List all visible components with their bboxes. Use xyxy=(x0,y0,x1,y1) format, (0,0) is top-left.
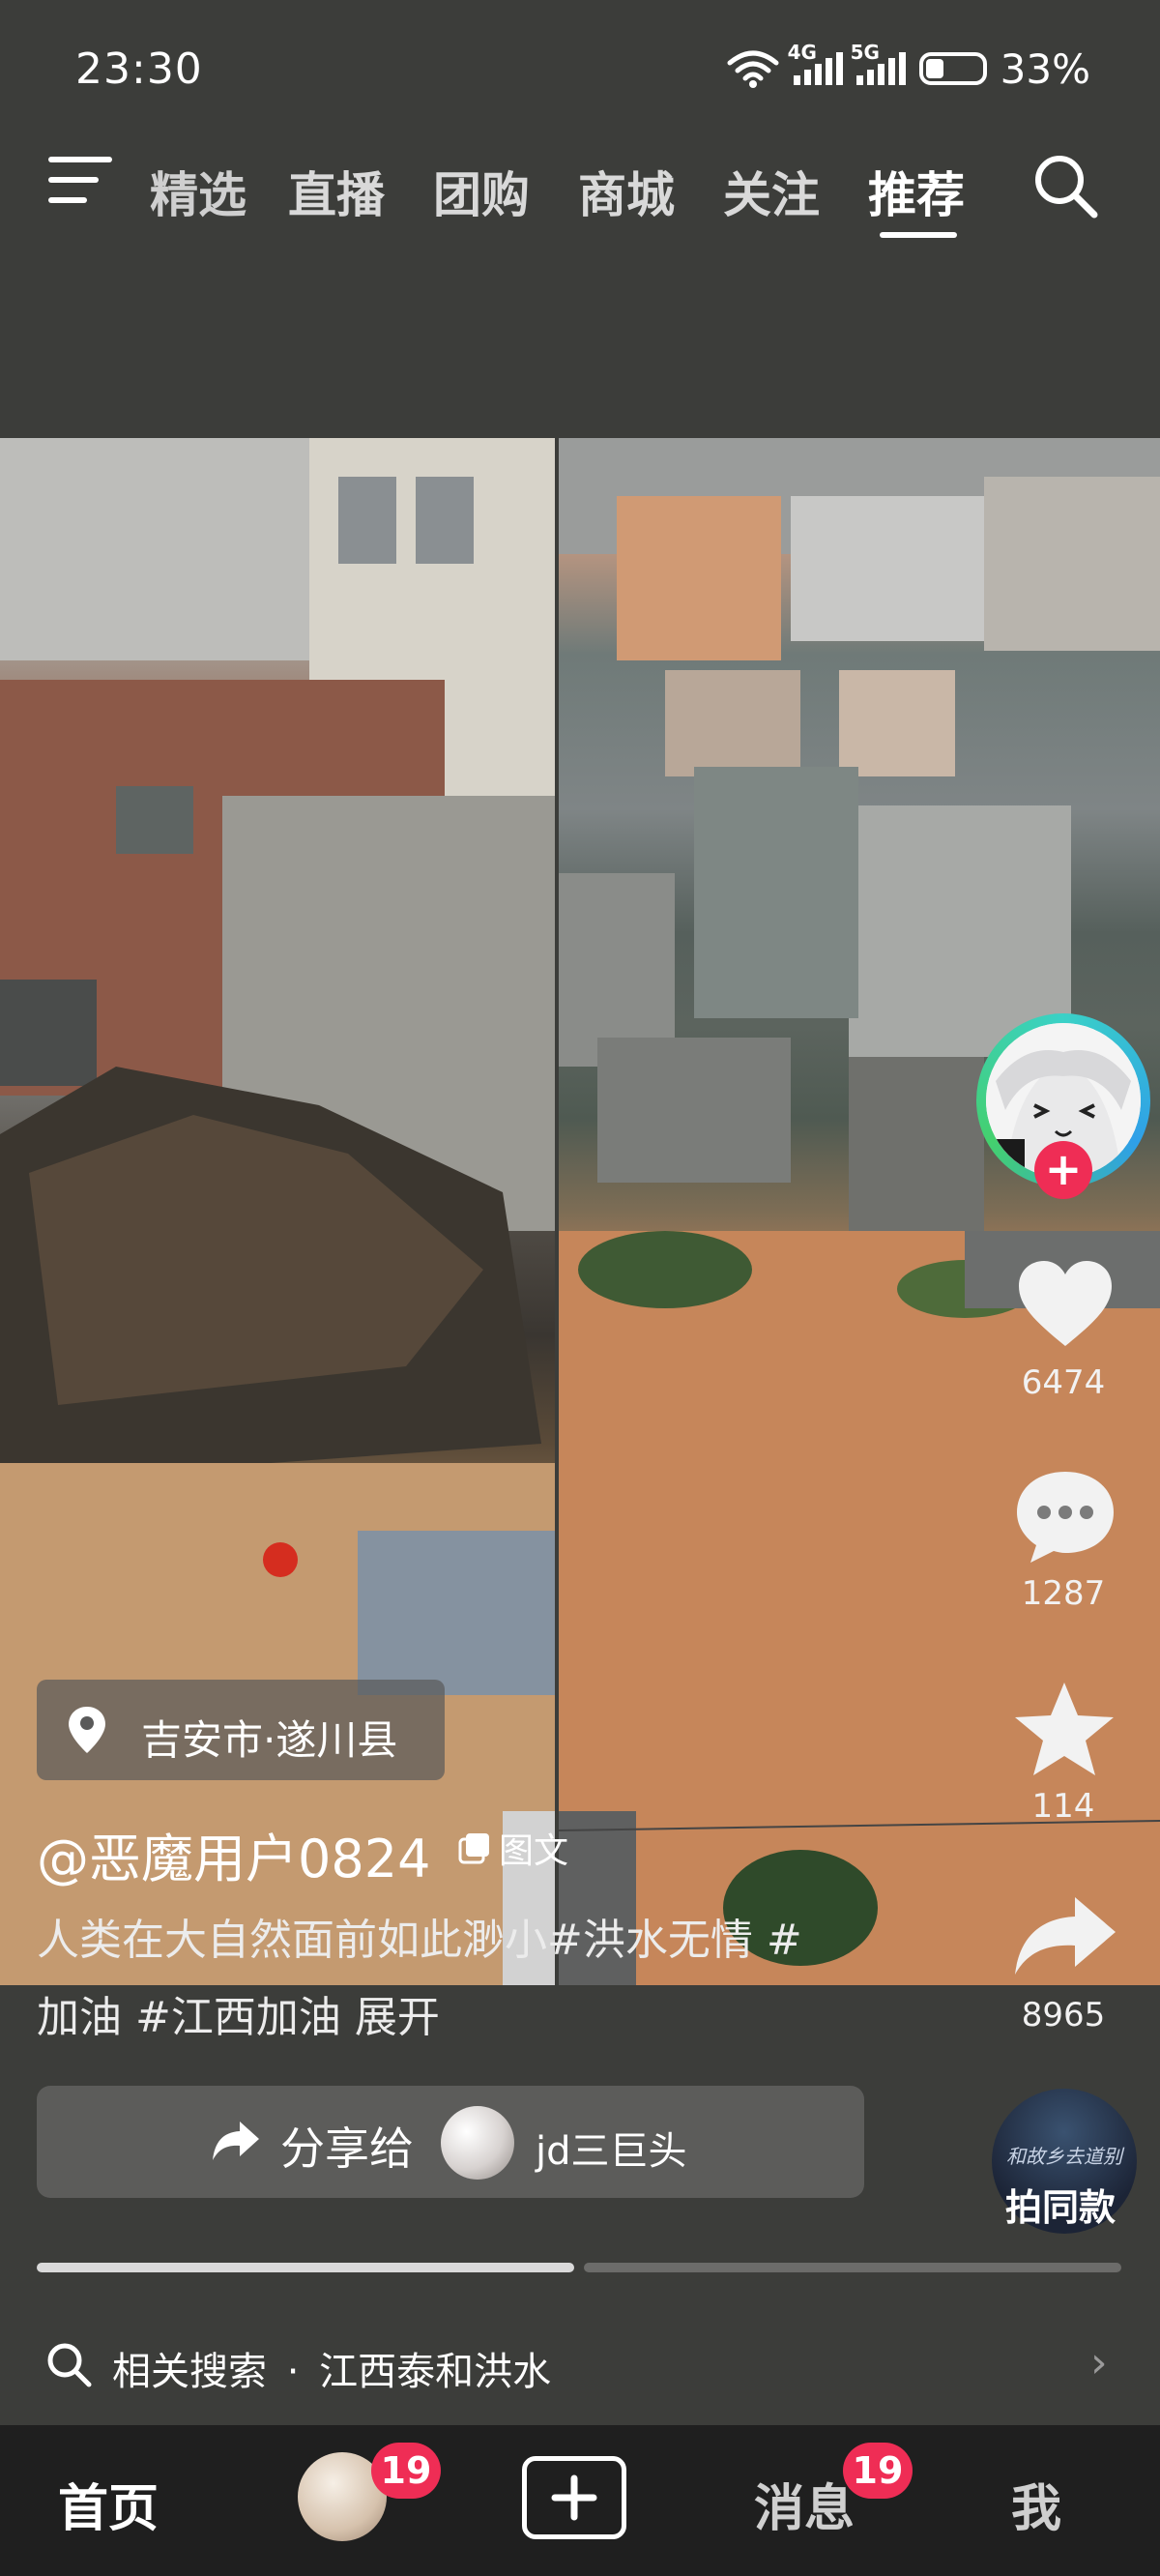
share-count: 8965 xyxy=(1021,1996,1106,2034)
comment-icon[interactable] xyxy=(1013,1468,1117,1565)
menu-icon[interactable] xyxy=(48,155,112,205)
tab-recommended[interactable]: 推荐 xyxy=(868,157,965,226)
messages-badge: 19 xyxy=(843,2443,913,2499)
share-arrow-icon xyxy=(213,2122,259,2160)
same-style-label[interactable]: 拍同款 xyxy=(1005,2178,1116,2231)
tab-live[interactable]: 直播 xyxy=(288,157,385,226)
network-type-2: 5G xyxy=(850,41,880,64)
favorite-count: 114 xyxy=(1031,1787,1095,1826)
plus-icon xyxy=(551,2474,597,2521)
related-search-separator: · xyxy=(286,2350,300,2394)
image-progress-1 xyxy=(37,2263,574,2272)
nav-home[interactable]: 首页 xyxy=(58,2468,159,2540)
chevron-right-icon: › xyxy=(1090,2338,1108,2387)
related-search-prefix: 相关搜索 xyxy=(112,2350,267,2394)
battery-icon xyxy=(918,52,987,85)
image-progress-2 xyxy=(584,2263,1121,2272)
author-username[interactable]: @恶魔用户0824 xyxy=(37,1816,430,1892)
post-type-tag: 图文 xyxy=(458,1823,568,1873)
caption-line-2[interactable]: 加油 #江西加油 展开 xyxy=(37,1982,440,2044)
status-icons: 4G 5G 33% xyxy=(726,41,1090,93)
share-icon[interactable] xyxy=(1011,1893,1119,1976)
active-tab-indicator xyxy=(880,232,957,238)
location-pin-icon xyxy=(69,1707,105,1753)
cell-signal-1-icon: 4G xyxy=(788,41,843,85)
friends-badge: 19 xyxy=(371,2443,441,2499)
nav-messages[interactable]: 消息 xyxy=(754,2468,855,2540)
post-type-label: 图文 xyxy=(499,1831,569,1871)
tab-group-buy[interactable]: 团购 xyxy=(433,157,530,226)
caption-line-1[interactable]: 人类在大自然面前如此渺小#洪水无情 # xyxy=(37,1905,802,1967)
related-search-text: 相关搜索 · 江西泰和洪水 xyxy=(112,2340,551,2396)
nav-me[interactable]: 我 xyxy=(1011,2468,1061,2540)
same-style-thumb-text: 和故乡去道别 xyxy=(1006,2145,1122,2168)
network-type-1: 4G xyxy=(787,41,817,64)
search-icon[interactable] xyxy=(1030,151,1100,220)
follow-button[interactable]: + xyxy=(1034,1141,1092,1199)
recipient-name: jd三巨头 xyxy=(536,2129,687,2174)
share-to-label: 分享给 xyxy=(280,2122,414,2175)
recipient-avatar xyxy=(441,2106,514,2180)
tab-mall[interactable]: 商城 xyxy=(578,157,675,226)
search-icon-small xyxy=(47,2343,92,2387)
related-search-query: 江西泰和洪水 xyxy=(319,2350,552,2394)
location-text: 吉安市·遂川县 xyxy=(141,1716,398,1764)
battery-percent: 33% xyxy=(1000,44,1090,93)
create-button[interactable] xyxy=(522,2456,626,2539)
status-time: 23:30 xyxy=(75,44,203,94)
like-count: 6474 xyxy=(1021,1363,1106,1402)
tab-featured[interactable]: 精选 xyxy=(150,157,246,226)
cell-signal-2-icon: 5G xyxy=(851,41,906,85)
image-text-icon xyxy=(458,1833,489,1864)
comment-count: 1287 xyxy=(1021,1574,1106,1613)
status-bar: 23:30 4G 5G 33% xyxy=(0,0,1160,135)
tab-following[interactable]: 关注 xyxy=(723,157,820,226)
star-icon[interactable] xyxy=(1011,1679,1117,1781)
heart-icon[interactable] xyxy=(1015,1257,1116,1350)
wifi-icon xyxy=(727,50,779,88)
